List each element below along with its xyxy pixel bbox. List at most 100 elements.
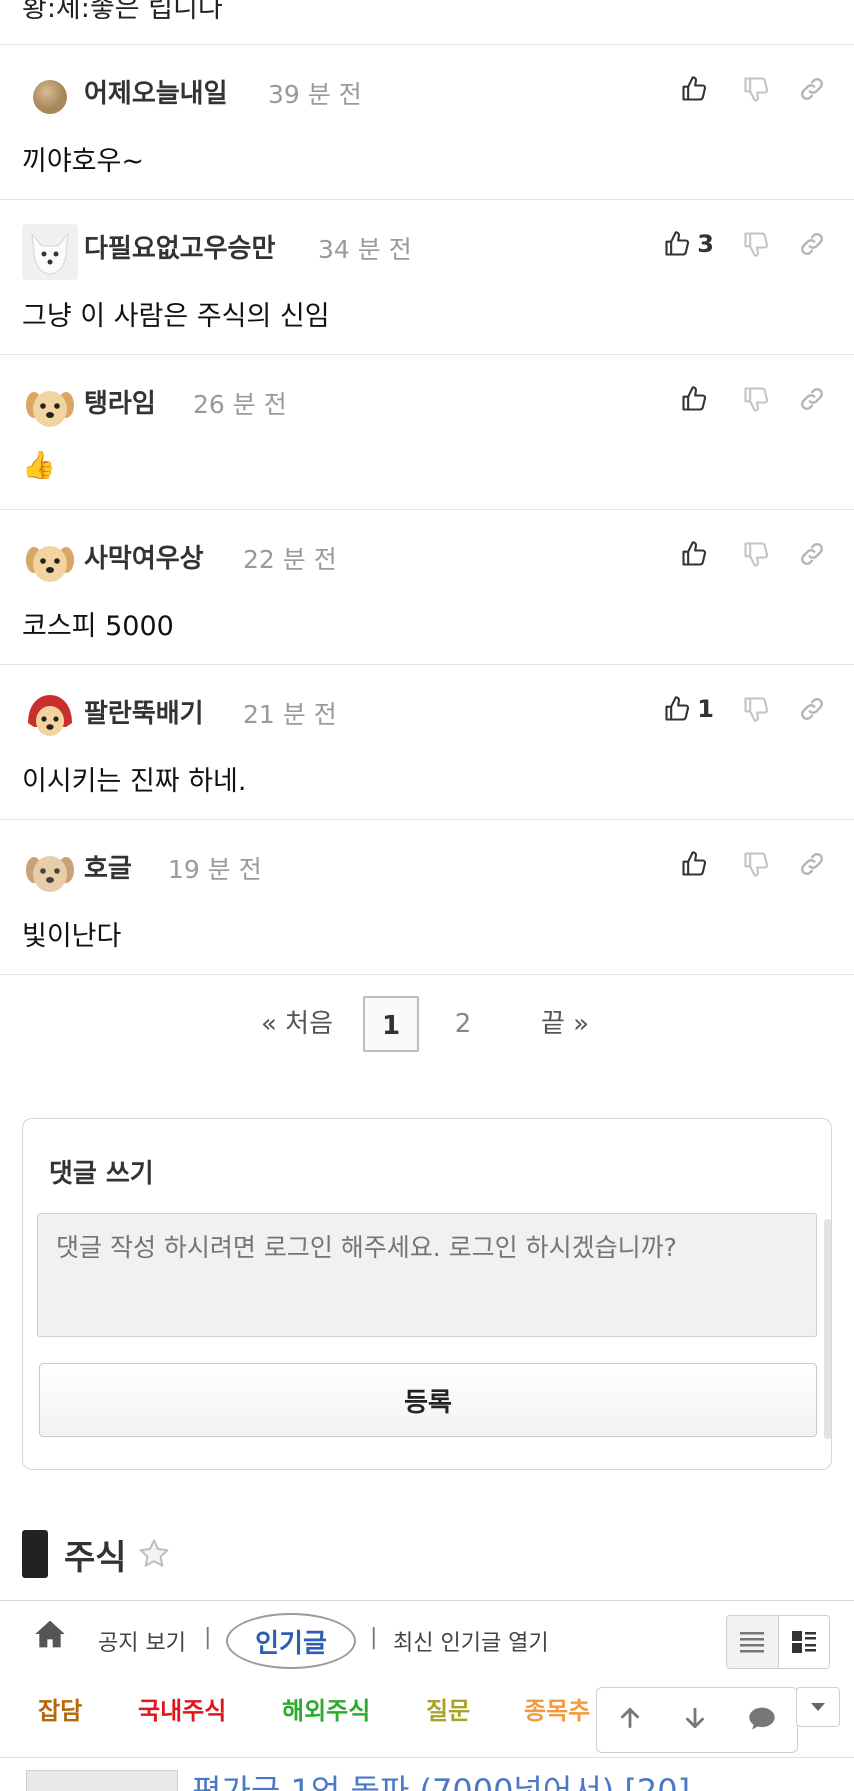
like-count: 3 bbox=[697, 230, 714, 258]
comment-time: 26 분 전 bbox=[193, 390, 287, 419]
comment-actions: 1 bbox=[635, 689, 826, 729]
link-button[interactable] bbox=[798, 689, 826, 729]
comment-text: 끼야호우~ bbox=[22, 146, 144, 177]
thumbs-up-button[interactable] bbox=[680, 69, 714, 109]
nav-separator: | bbox=[370, 1625, 378, 1650]
submit-comment-button[interactable]: 등록 bbox=[39, 1363, 817, 1437]
thumbs-down-icon bbox=[744, 232, 769, 257]
thumbs-up-icon bbox=[682, 386, 707, 411]
comment-actions: 3 bbox=[635, 224, 826, 264]
thumbs-down-button[interactable] bbox=[742, 844, 770, 884]
link-icon bbox=[801, 388, 823, 410]
board-title[interactable]: 주식 bbox=[64, 1530, 127, 1579]
link-icon bbox=[801, 78, 823, 100]
chevron-down-icon bbox=[811, 1703, 825, 1711]
post-comment-count: [20] bbox=[624, 1772, 691, 1791]
comment-author[interactable]: 탱라임 bbox=[84, 383, 156, 420]
thumbs-down-button[interactable] bbox=[742, 379, 770, 419]
category-stock-pick[interactable]: 종목추 bbox=[524, 1691, 590, 1726]
comment-time: 21 분 전 bbox=[243, 700, 337, 729]
comment-item: 어제오늘내일 39 분 전 끼야호우~ bbox=[0, 45, 854, 200]
thumbs-down-button[interactable] bbox=[742, 689, 770, 729]
comment-time: 39 분 전 bbox=[268, 80, 362, 109]
white-fox-avatar-icon[interactable] bbox=[22, 224, 78, 280]
comment-time: 22 분 전 bbox=[243, 545, 337, 574]
page-2-link[interactable]: 2 bbox=[438, 996, 488, 1052]
last-page-link[interactable]: 끝 » bbox=[530, 996, 600, 1052]
puppy-red-hood-avatar-icon[interactable] bbox=[22, 689, 78, 745]
comment-author[interactable]: 호글 bbox=[84, 848, 132, 885]
comment-text: 이시키는 진짜 하네. bbox=[22, 766, 247, 797]
comment-author[interactable]: 팔란뚝배기 bbox=[84, 693, 204, 730]
comment-time: 34 분 전 bbox=[318, 235, 412, 264]
thumbs-down-button[interactable] bbox=[742, 224, 770, 264]
open-popular-link[interactable]: 최신 인기글 열기 bbox=[393, 1625, 549, 1657]
category-chat[interactable]: 잡담 bbox=[38, 1691, 82, 1726]
puppy-avatar-icon[interactable] bbox=[22, 534, 78, 590]
category-expand-button[interactable] bbox=[796, 1687, 840, 1727]
card-view-icon[interactable] bbox=[777, 1616, 829, 1668]
thumbs-up-button[interactable]: 3 bbox=[663, 224, 714, 264]
board-header: 주식 bbox=[22, 1530, 171, 1578]
board-nav: 공지 보기 | 인기글 | 최신 인기글 열기 잡담 국내주식 해외주식 질문 … bbox=[0, 1600, 854, 1791]
puppy-avatar-icon[interactable] bbox=[22, 844, 78, 900]
default-avatar-icon[interactable] bbox=[22, 69, 78, 125]
thumbs-down-icon bbox=[744, 387, 769, 412]
thumbs-up-button[interactable] bbox=[680, 379, 714, 419]
board-title-marker bbox=[22, 1530, 48, 1578]
comment-text: 👍 bbox=[22, 450, 56, 481]
comment-author[interactable]: 사막여우상 bbox=[84, 538, 204, 575]
comment-form-title: 댓글 쓰기 bbox=[49, 1159, 154, 1189]
first-page-link[interactable]: « 처음 bbox=[252, 996, 342, 1052]
favorite-star-icon[interactable] bbox=[137, 1537, 171, 1571]
thumbs-up-icon bbox=[682, 541, 707, 566]
comment-author[interactable]: 다필요없고우승만 bbox=[84, 228, 275, 265]
comment-jump-icon[interactable] bbox=[747, 1705, 777, 1735]
notice-link[interactable]: 공지 보기 bbox=[98, 1625, 186, 1657]
link-button[interactable] bbox=[798, 224, 826, 264]
post-title[interactable]: 평가금 1억 돌파 (7000넣어서) [20] bbox=[192, 1766, 690, 1791]
category-foreign-stocks[interactable]: 해외주식 bbox=[282, 1691, 370, 1726]
comment-author[interactable]: 어제오늘내일 bbox=[84, 73, 228, 110]
thumbs-up-icon bbox=[665, 696, 690, 721]
link-icon bbox=[801, 543, 823, 565]
category-domestic-stocks[interactable]: 국내주식 bbox=[138, 1691, 226, 1726]
post-thumbnail bbox=[26, 1770, 178, 1791]
link-button[interactable] bbox=[798, 69, 826, 109]
thumbs-down-icon bbox=[744, 852, 769, 877]
link-button[interactable] bbox=[798, 844, 826, 884]
nav-separator: | bbox=[204, 1625, 212, 1650]
link-button[interactable] bbox=[798, 534, 826, 574]
popular-posts-button[interactable]: 인기글 bbox=[226, 1613, 356, 1669]
puppy-avatar-icon[interactable] bbox=[22, 379, 78, 435]
thumbs-down-button[interactable] bbox=[742, 69, 770, 109]
thumbs-up-button[interactable] bbox=[680, 844, 714, 884]
comment-textarea[interactable] bbox=[37, 1213, 817, 1337]
comment-form: 댓글 쓰기 등록 bbox=[22, 1118, 832, 1470]
page-1-link[interactable]: 1 bbox=[363, 996, 419, 1052]
link-icon bbox=[801, 233, 823, 255]
post-title-text: 평가금 1억 돌파 (7000넣어서) bbox=[192, 1772, 615, 1791]
category-question[interactable]: 질문 bbox=[426, 1691, 470, 1726]
post-preview-row[interactable]: 평가금 1억 돌파 (7000넣어서) [20] bbox=[0, 1757, 854, 1791]
link-icon bbox=[801, 698, 823, 720]
thumbs-down-icon bbox=[744, 697, 769, 722]
floating-nav bbox=[596, 1687, 798, 1753]
thumbs-down-button[interactable] bbox=[742, 534, 770, 574]
thumbs-up-button[interactable]: 1 bbox=[663, 689, 714, 729]
scrollbar[interactable] bbox=[824, 1219, 831, 1439]
thumbs-down-icon bbox=[744, 542, 769, 567]
pagination: « 처음 1 2 끝 » bbox=[0, 996, 854, 1054]
comment-actions bbox=[652, 379, 826, 419]
link-button[interactable] bbox=[798, 379, 826, 419]
comment-time: 19 분 전 bbox=[168, 855, 262, 884]
list-view-icon[interactable] bbox=[727, 1616, 778, 1668]
comment-item: 사막여우상 22 분 전 코스피 5000 bbox=[0, 510, 854, 665]
comment-text: 그냥 이 사람은 주식의 신임 bbox=[22, 301, 330, 332]
comment-item: 탱라임 26 분 전 👍 bbox=[0, 355, 854, 510]
scroll-down-icon[interactable] bbox=[682, 1705, 708, 1735]
comment-text: 코스피 5000 bbox=[22, 611, 174, 642]
scroll-up-icon[interactable] bbox=[617, 1705, 643, 1735]
thumbs-up-button[interactable] bbox=[680, 534, 714, 574]
home-icon[interactable] bbox=[34, 1619, 66, 1653]
